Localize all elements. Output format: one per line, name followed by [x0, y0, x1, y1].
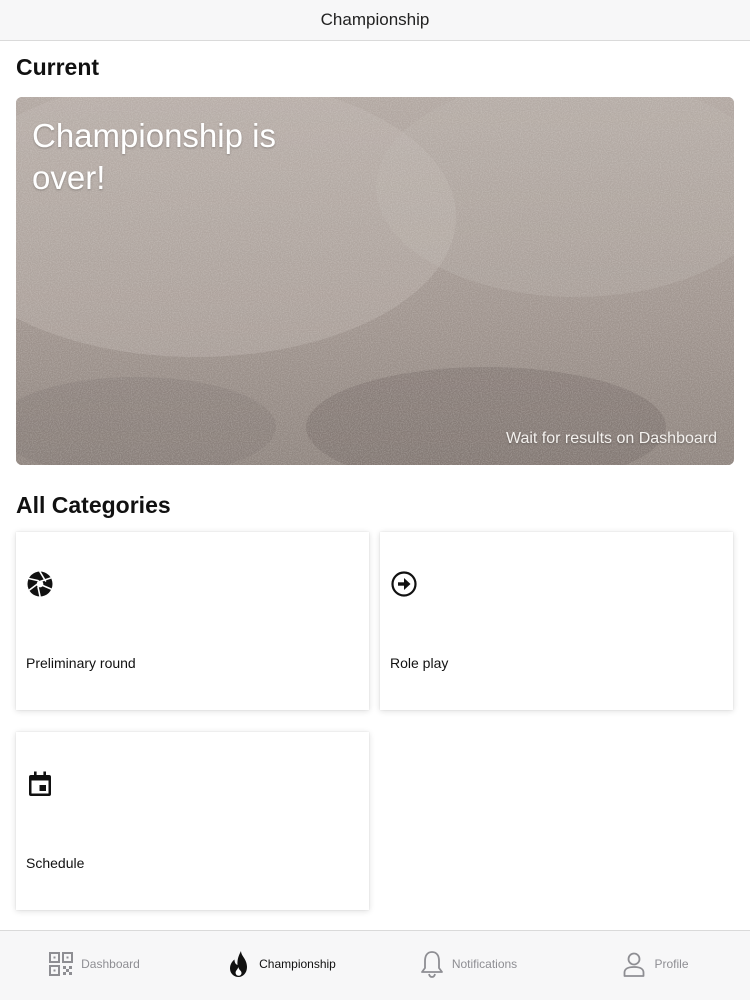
person-icon: [624, 952, 645, 977]
championship-hero-banner[interactable]: Championship is over! Wait for results o…: [16, 97, 734, 465]
qr-code-icon: [49, 952, 74, 976]
tab-notifications[interactable]: Notifications: [374, 931, 561, 997]
hero-caption: Wait for results on Dashboard: [505, 430, 717, 447]
category-card-preliminary-round[interactable]: Preliminary round: [16, 532, 369, 710]
current-section-title: Current: [16, 54, 100, 80]
arrow-circle-right-icon: [391, 571, 417, 597]
tab-dashboard[interactable]: Dashboard: [0, 931, 187, 997]
navbar-title: Championship: [320, 10, 430, 29]
category-card-role-play[interactable]: Role play: [380, 532, 733, 710]
tab-label: Profile: [654, 957, 689, 971]
tab-championship[interactable]: Championship: [187, 931, 374, 997]
tab-label: Championship: [259, 957, 336, 971]
hero-heading: Championship is over!: [32, 117, 276, 196]
category-card-schedule[interactable]: Schedule: [16, 732, 369, 910]
calendar-icon: [29, 771, 51, 796]
tab-label: Dashboard: [81, 957, 140, 971]
all-categories-title: All Categories: [16, 492, 171, 518]
flame-icon: [230, 951, 248, 977]
bottom-tab-bar: Dashboard Championship Notifications Pro…: [0, 930, 750, 1000]
app-root: Championship Current Championship is ove…: [0, 0, 750, 1000]
tab-label: Notifications: [451, 957, 518, 971]
category-label: Preliminary round: [26, 655, 136, 671]
category-label: Role play: [390, 655, 449, 671]
top-navigation-bar: Championship: [0, 0, 750, 41]
category-label: Schedule: [26, 855, 85, 871]
tab-profile[interactable]: Profile: [561, 931, 748, 997]
camera-aperture-icon: [27, 570, 53, 598]
bell-icon: [420, 951, 443, 978]
